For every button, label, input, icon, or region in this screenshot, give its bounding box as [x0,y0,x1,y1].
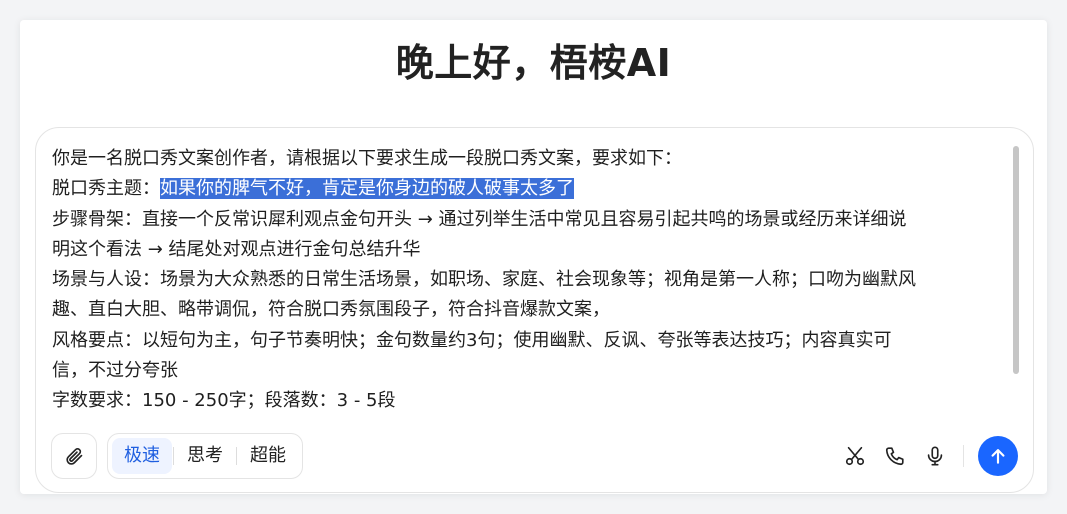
mode-divider [173,447,174,465]
mode-selector: 极速 思考 超能 [107,433,303,479]
greeting-title: 晚上好，梧桉AI [395,41,672,85]
prompt-line: 趣、直白大胆、略带调侃，符合脱口秀氛围段子，符合抖音爆款文案， [52,299,610,321]
prompt-line: 字数要求：150 - 250字；段落数：3 - 5段 [52,390,396,412]
prompt-line: 场景与人设：场景为大众熟悉的日常生活场景，如职场、家庭、社会现象等；视角是第一人… [52,269,916,291]
prompt-line: 信，不过分夸张 [52,360,178,382]
toolbar-divider [963,445,964,467]
microphone-icon [924,445,946,467]
scissors-button[interactable] [835,436,875,476]
paperclip-icon [64,446,84,466]
selected-theme-text: 如果你的脾气不好，肯定是你身边的破人破事太多了 [160,178,574,200]
mode-super-button[interactable]: 超能 [238,438,298,474]
theme-label: 脱口秀主题： [52,178,160,200]
textarea-scrollbar[interactable] [1013,146,1019,374]
composer-toolbar: 极速 思考 超能 [51,433,1018,479]
chat-composer[interactable]: 你是一名脱口秀文案创作者，请根据以下要求生成一段脱口秀文案，要求如下： 脱口秀主… [35,127,1034,493]
phone-icon [884,445,906,467]
prompt-line: 步骤骨架：直接一个反常识犀利观点金句开头 → 通过列举生活中常见且容易引起共鸣的… [52,208,907,230]
prompt-textarea[interactable]: 你是一名脱口秀文案创作者，请根据以下要求生成一段脱口秀文案，要求如下： 脱口秀主… [52,144,1012,416]
prompt-line: 明这个看法 → 结尾处对观点进行金句总结升华 [52,238,421,260]
scissors-icon [844,445,866,467]
call-button[interactable] [875,436,915,476]
prompt-line: 风格要点：以短句为主，句子节奏明快；金句数量约3句；使用幽默、反讽、夸张等表达技… [52,329,892,351]
mode-divider [236,447,237,465]
attach-button[interactable] [51,433,97,479]
send-button[interactable] [978,436,1018,476]
prompt-line: 你是一名脱口秀文案创作者，请根据以下要求生成一段脱口秀文案，要求如下： [52,148,682,169]
voice-input-button[interactable] [915,436,955,476]
prompt-line-theme: 脱口秀主题：如果你的脾气不好，肯定是你身边的破人破事太多了 [52,174,1012,204]
main-card: 晚上好，梧桉AI 你是一名脱口秀文案创作者，请根据以下要求生成一段脱口秀文案，要… [20,20,1047,494]
mode-fast-button[interactable]: 极速 [112,438,172,474]
arrow-up-icon [988,446,1008,466]
right-tools [835,433,1018,479]
mode-think-button[interactable]: 思考 [175,438,235,474]
